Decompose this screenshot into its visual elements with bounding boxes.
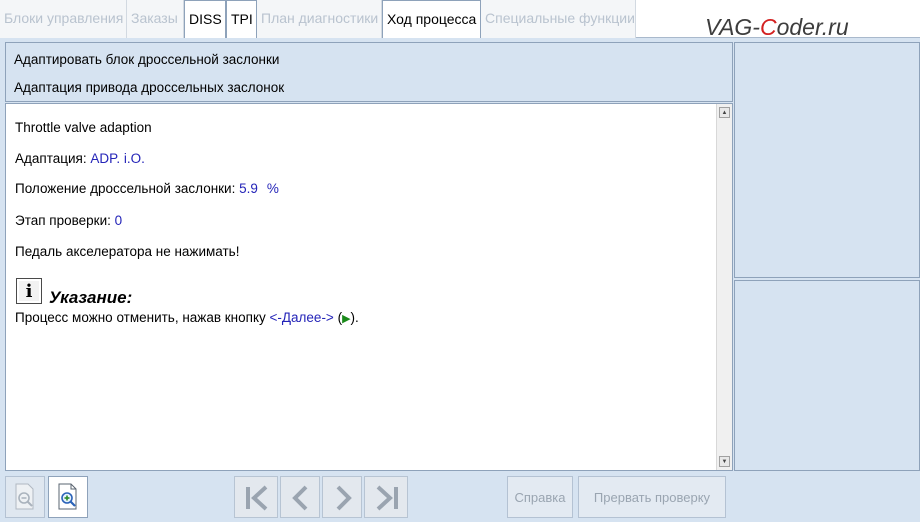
throttle-position-unit: %	[266, 181, 279, 196]
watermark-logo: VAG-Coder.ru	[705, 14, 849, 40]
throttle-position-row: Положение дроссельной заслонки: 5.9%	[15, 181, 279, 196]
adaptation-label: Адаптация:	[15, 151, 91, 166]
notice-text-part: ).	[350, 310, 359, 325]
play-icon: ▶	[342, 313, 351, 325]
test-step-value: 0	[114, 213, 123, 228]
throttle-position-label: Положение дроссельной заслонки:	[15, 181, 240, 196]
tab-diss[interactable]: DISS	[184, 0, 226, 38]
skip-to-first-icon	[246, 485, 268, 511]
tab-special-functions[interactable]: Специальные функции	[481, 0, 636, 38]
chevron-left-icon	[292, 485, 308, 511]
process-content: Throttle valve adaption Адаптация: ADP. …	[5, 103, 733, 471]
test-step-row: Этап проверки: 0	[15, 213, 122, 228]
chevron-right-icon	[336, 485, 352, 511]
document-zoom-in-icon	[58, 483, 77, 510]
tab-bar: Блоки управления Заказы DISS TPI План ди…	[0, 0, 920, 40]
process-title: Throttle valve adaption	[15, 120, 152, 135]
next-step-button[interactable]	[322, 476, 362, 518]
content-scrollbar[interactable]: ▲ ▼	[716, 104, 732, 470]
tab-label: DISS	[189, 11, 222, 27]
throttle-position-value: 5.9	[239, 181, 258, 196]
tab-control-units[interactable]: Блоки управления	[0, 0, 127, 38]
document-zoom-out-icon	[15, 483, 34, 510]
header-function-subtitle: Адаптация привода дроссельных заслонок	[14, 80, 285, 95]
right-panel-top	[734, 42, 920, 278]
scroll-up-icon[interactable]: ▲	[719, 107, 730, 118]
right-panel-bottom	[734, 280, 920, 471]
tab-process[interactable]: Ход процесса	[382, 0, 481, 38]
tab-label: План диагностики	[261, 10, 379, 26]
test-step-label: Этап проверки:	[15, 213, 115, 228]
notice-text-part: Процесс можно отменить, нажав кнопку	[15, 310, 270, 325]
tab-label: Специальные функции	[485, 10, 635, 26]
tab-label: Ход процесса	[387, 11, 477, 27]
tab-label: Заказы	[131, 10, 178, 26]
scroll-down-icon[interactable]: ▼	[719, 456, 730, 467]
header-function-title: Адаптировать блок дроссельной заслонки	[14, 52, 280, 67]
tab-diagnostic-plan[interactable]: План диагностики	[257, 0, 382, 38]
function-header: Адаптировать блок дроссельной заслонки А…	[5, 42, 733, 102]
skip-to-last-icon	[376, 485, 398, 511]
help-button[interactable]: Справка	[507, 476, 573, 518]
previous-step-button[interactable]	[280, 476, 320, 518]
adaptation-row: Адаптация: ADP. i.O.	[15, 151, 145, 166]
tab-tpi[interactable]: TPI	[226, 0, 257, 38]
notice-title: Указание:	[49, 288, 133, 307]
adaptation-value: ADP. i.O.	[90, 151, 145, 166]
last-step-button[interactable]	[364, 476, 408, 518]
bottom-toolbar: Справка Прервать проверку	[0, 473, 920, 522]
notice-text: Процесс можно отменить, нажав кнопку <-Д…	[15, 310, 359, 325]
info-icon: i	[16, 278, 42, 304]
zoom-out-button[interactable]	[5, 476, 45, 518]
tab-orders[interactable]: Заказы	[127, 0, 184, 38]
zoom-in-button[interactable]	[48, 476, 88, 518]
pedal-warning: Педаль акселератора не нажимать!	[15, 244, 240, 259]
next-button-reference: <-Далее->	[269, 310, 334, 325]
tab-label: TPI	[231, 11, 253, 27]
first-step-button[interactable]	[234, 476, 278, 518]
notice-text-part: (	[333, 310, 343, 325]
abort-test-button[interactable]: Прервать проверку	[578, 476, 726, 518]
tab-label: Блоки управления	[4, 10, 124, 26]
